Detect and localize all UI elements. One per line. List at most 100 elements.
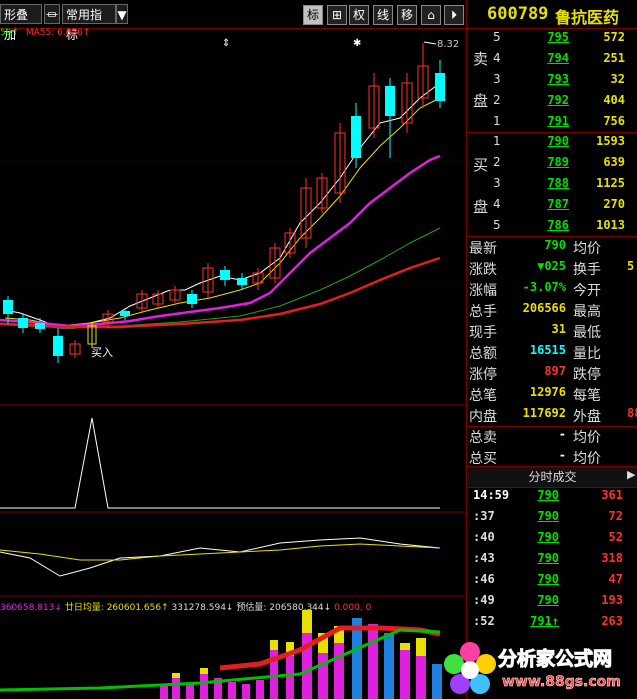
indicator-select[interactable]: 常用指标 — [62, 4, 116, 42]
buy-label-2: 盘 — [473, 198, 489, 216]
candle — [368, 73, 380, 138]
stat-row: 现手 31 最低 — [469, 322, 601, 341]
candle — [435, 60, 445, 108]
stat-row: 涨幅 -3.07% 今开 — [469, 280, 601, 299]
marker-icon: ✱ — [353, 38, 361, 49]
candles — [3, 43, 445, 363]
high-label: 8.32 — [437, 39, 459, 50]
overlay-button[interactable]: 形叠加 — [0, 4, 42, 42]
candle — [237, 273, 247, 290]
buy-row[interactable]: 4 787 270 — [489, 197, 637, 218]
stat-row: 总手 206566 最高 — [469, 301, 601, 320]
sell-row[interactable]: 5 795 572 — [489, 30, 637, 51]
stats-table: 最新790均价 涨跌▼025换手5. 涨幅-3.07%今开 总手206566最高… — [467, 238, 637, 428]
ma-line-yellow — [4, 97, 441, 327]
total-sell-row: 总卖 - 均价 — [469, 427, 601, 446]
chevron-right-icon[interactable]: ▶ — [627, 468, 635, 481]
candle — [120, 308, 130, 320]
marker-icon: ⇕ — [222, 38, 230, 49]
stock-name: 鲁抗医药 — [555, 8, 620, 27]
price-indicator-labels: 59↑ MA55: 6.856↑ — [0, 28, 90, 38]
sell-label-2: 盘 — [473, 92, 489, 110]
candle — [69, 340, 81, 358]
ma-label: 59↑ — [0, 28, 19, 38]
buy-signal-label: 买入 — [91, 346, 113, 359]
line-button[interactable]: 线 — [373, 5, 393, 25]
ticks-list: 14:59 790 361 :37 790 72 :40 790 52 :43 790 318 … — [467, 488, 637, 638]
sell-row[interactable]: 4 794 251 — [489, 51, 637, 72]
candle — [316, 173, 328, 213]
quote-header: 600789 鲁抗医药 — [467, 0, 637, 28]
candle — [220, 266, 230, 286]
candle — [136, 290, 148, 313]
signal-line — [0, 417, 440, 509]
chart-toolbar: 形叠加 ⏛ 常用指标 ▼ 标 ⊞ 权 线 移 ⌂ ⏵ — [0, 0, 465, 42]
stat-row: 总笔 12976 每笔 — [469, 385, 601, 404]
window-icon[interactable]: ⌂ — [421, 5, 441, 25]
volume-bars — [0, 610, 442, 699]
watermark-title: 分析家公式网 — [497, 648, 613, 671]
sell-book: 5 795 572 4 794 251 3 793 32 2 792 404 1 791 756 — [489, 28, 637, 132]
chevron-down-icon[interactable]: ▼ — [116, 4, 128, 24]
estimated-volume: 预估量: 206580.344↓ — [236, 603, 332, 613]
ma55-label: MA55: 6.856↑ — [25, 28, 91, 38]
ma20-volume: 廿日均量: 260601.656↑ — [64, 603, 169, 613]
candle — [152, 290, 164, 308]
buy-row[interactable]: 1 790 1593 — [489, 134, 637, 155]
volume-value-2: 331278.594↓ — [171, 603, 234, 613]
sell-row[interactable]: 3 793 32 — [489, 72, 637, 93]
buy-label: 买 — [473, 156, 489, 174]
stat-row: 最新 790 均价 — [469, 238, 601, 257]
ma-line-white — [4, 82, 441, 329]
sell-label: 卖 — [473, 50, 489, 68]
watermark: 分析家公式网 www.88gs.com — [440, 638, 637, 699]
chart-style-icon[interactable]: ⏛ — [44, 4, 60, 24]
stat-row: 涨跌▼025换手5. — [469, 259, 637, 278]
volume-labels: 360658.813↓ 廿日均量: 260601.656↑ 331278.594… — [0, 600, 465, 613]
panel-toggle-icon[interactable]: ⏵ — [444, 5, 464, 25]
candle — [385, 78, 395, 158]
kline-chart[interactable]: ⇕ ✱ 8.32 买入 — [0, 28, 465, 699]
sell-row[interactable]: 2 792 404 — [489, 93, 637, 114]
tick-row: :40 790 52 — [473, 530, 623, 544]
stat-row: 内盘117692外盘88 — [469, 406, 637, 425]
candle — [269, 243, 281, 283]
stat-row: 涨停 897 跌停 — [469, 364, 601, 383]
candle — [35, 318, 45, 333]
buy-row[interactable]: 2 789 639 — [489, 155, 637, 176]
candle — [351, 103, 361, 168]
rights-button[interactable]: 权 — [349, 5, 369, 25]
volume-extra-2: 0 — [365, 603, 372, 613]
tick-row: :49 790 193 — [473, 593, 623, 607]
tick-row: :43 790 318 — [473, 551, 623, 565]
candle — [169, 286, 181, 303]
volume-extra: 0.000, — [334, 603, 363, 613]
tick-row: :46 790 47 — [473, 572, 623, 586]
ma-line-magenta — [0, 154, 441, 328]
stat-row: 总额 16515 量比 — [469, 343, 601, 362]
mark-button[interactable]: 标 — [303, 5, 323, 25]
buy-book: 1 790 1593 2 789 639 3 788 1125 4 787 270 5 786 10… — [489, 132, 637, 236]
candle — [18, 313, 28, 333]
ticks-title[interactable]: 分时成交 — [467, 466, 637, 488]
candle — [417, 43, 429, 108]
flower-logo-icon — [444, 642, 496, 694]
oscillator-line-yellow — [0, 543, 441, 561]
watermark-url: www.88gs.com — [502, 674, 621, 691]
tick-row: :52 791↑ 263 — [473, 614, 623, 628]
candle — [284, 228, 296, 258]
buy-row[interactable]: 3 788 1125 — [489, 176, 637, 197]
volume-value: 360658.813↓ — [0, 603, 62, 613]
grid-button[interactable]: ⊞ — [327, 5, 347, 25]
tick-row: :37 790 72 — [473, 509, 623, 523]
candle — [202, 263, 214, 298]
move-button[interactable]: 移 — [397, 5, 417, 25]
high-pointer — [423, 41, 437, 45]
candle — [187, 290, 197, 308]
candle — [53, 328, 63, 363]
stock-code: 600789 — [487, 4, 549, 24]
quote-panel: 600789 鲁抗医药 卖 盘 5 795 572 4 794 251 3 793 32 2… — [466, 0, 637, 699]
ma-line-red — [0, 256, 441, 329]
oscillator-line-white — [0, 537, 441, 577]
tick-row: 14:59 790 361 — [473, 488, 623, 502]
